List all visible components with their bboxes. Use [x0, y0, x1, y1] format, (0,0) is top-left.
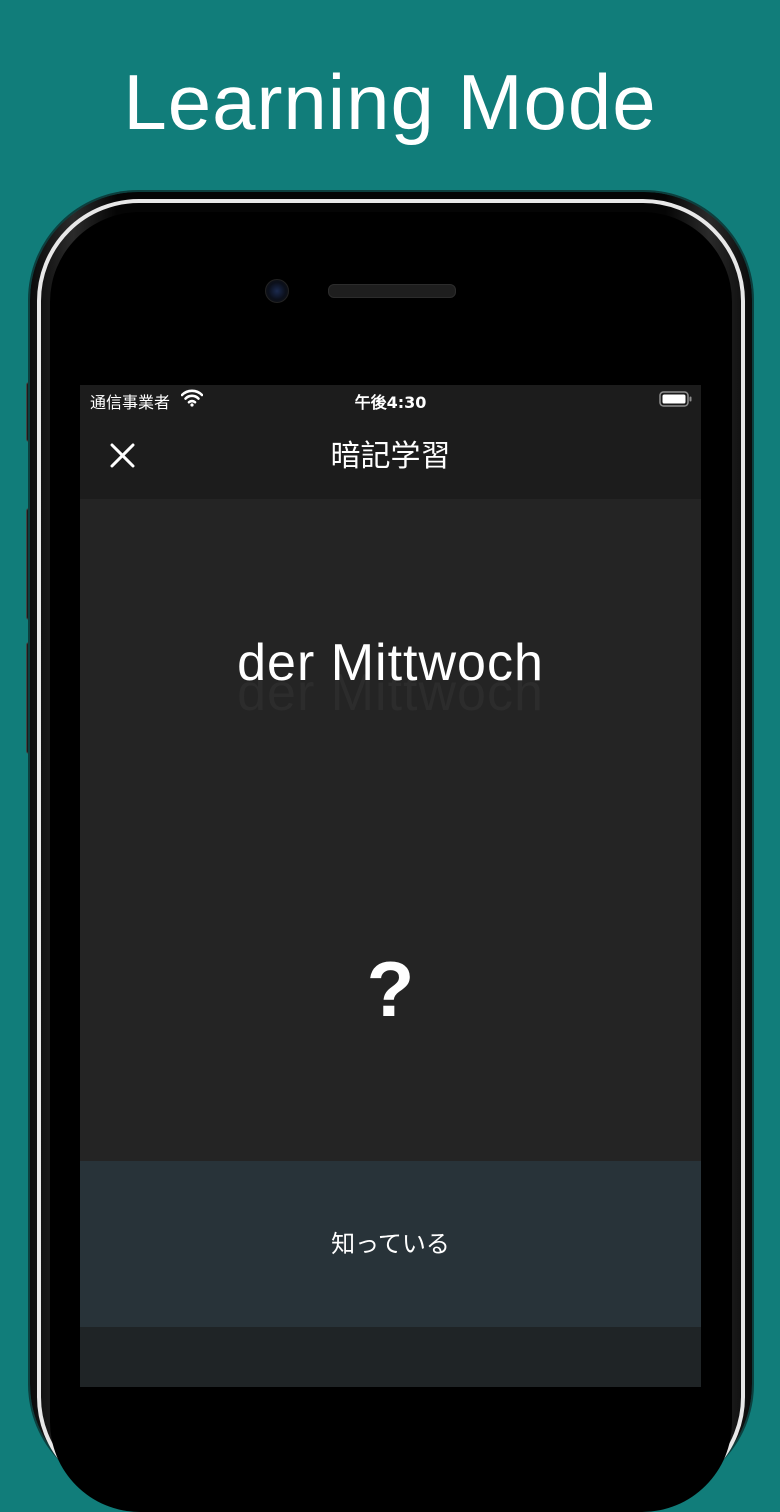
status-clock: 午後4:30 [354, 393, 427, 412]
earpiece-speaker [328, 284, 456, 298]
page-title: 暗記学習 [330, 439, 451, 474]
flashcard-word: der Mittwoch [237, 634, 544, 692]
navigation-bar: 暗記学習 [80, 413, 701, 499]
hidden-answer-mark: ? [366, 945, 415, 1033]
promo-title: Learning Mode [123, 58, 657, 146]
bottom-strip [80, 1327, 701, 1387]
status-bar: 通信事業者 午後4:30 [80, 385, 701, 413]
battery-icon [659, 391, 693, 407]
know-button[interactable]: 知っている [80, 1161, 701, 1327]
app-screen: 通信事業者 午後4:30 暗記学習 der Mittwoch der Mittw… [80, 385, 701, 1387]
front-camera [265, 279, 289, 303]
flashcard[interactable]: der Mittwoch der Mittwoch ? [80, 499, 701, 1161]
